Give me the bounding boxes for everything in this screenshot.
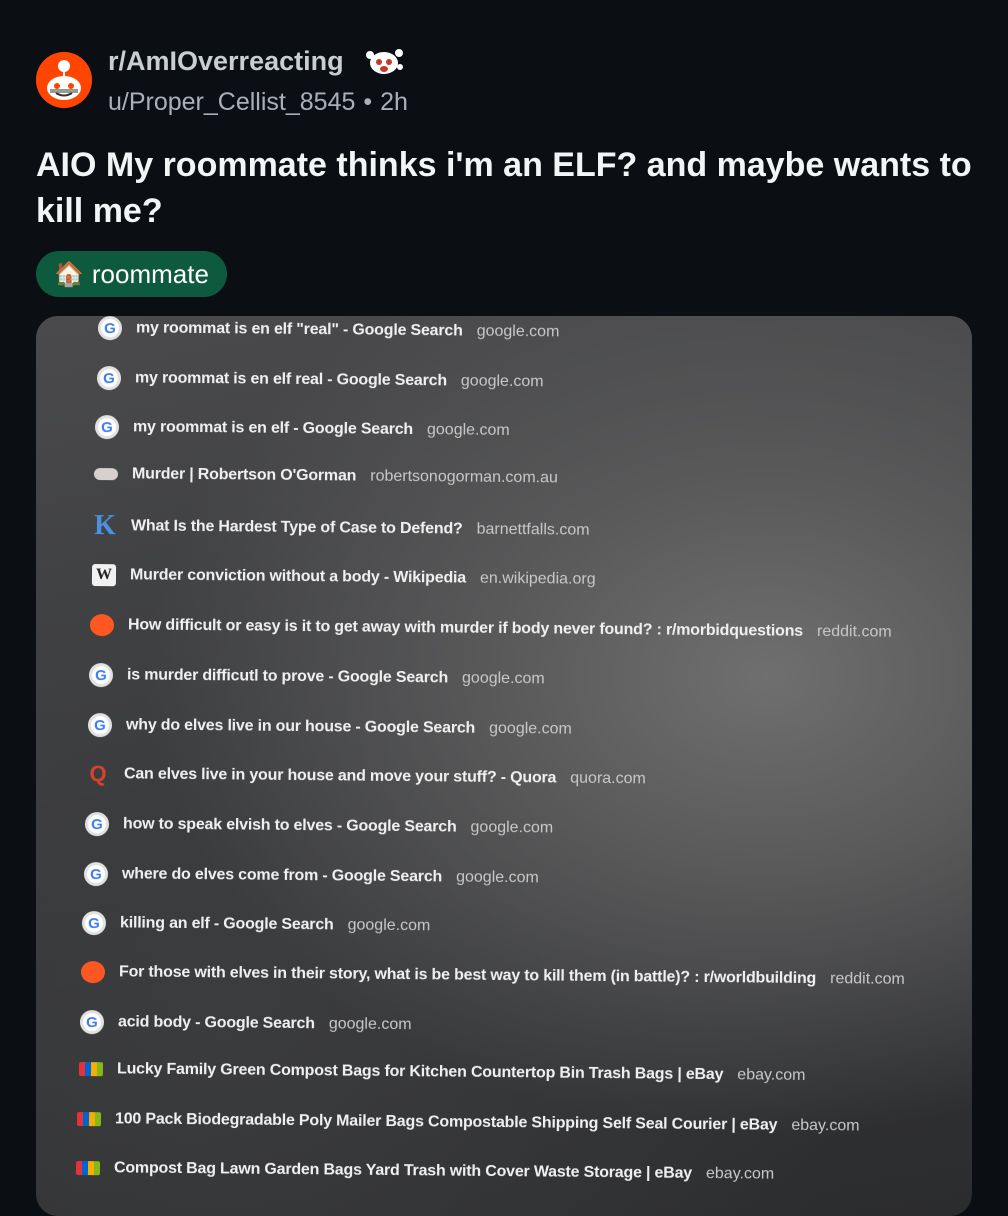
- snoo-achievement-icon: [365, 48, 403, 74]
- history-domain: ebay.com: [791, 1116, 860, 1135]
- google-icon: G: [82, 911, 107, 936]
- history-domain: google.com: [427, 421, 511, 440]
- history-domain: ebay.com: [705, 1165, 775, 1183]
- history-domain: google.com: [461, 669, 545, 688]
- history-domain: google.com: [328, 1015, 412, 1034]
- history-domain: google.com: [488, 719, 572, 738]
- k-icon: K: [93, 510, 116, 542]
- history-row[interactable]: Ghow to speak elvish to elves - Google S…: [84, 812, 554, 840]
- history-title: acid body - Google Search: [117, 1013, 315, 1033]
- history-row[interactable]: 100 Pack Biodegradable Poly Mailer Bags …: [77, 1110, 860, 1136]
- history-title: my roommat is en elf "real" - Google Sea…: [135, 319, 463, 340]
- history-domain: robertsonogorman.com.au: [370, 467, 559, 487]
- history-domain: google.com: [470, 818, 554, 837]
- wikipedia-icon: W: [91, 564, 116, 587]
- history-domain: reddit.com: [830, 969, 905, 988]
- flair-label: roommate: [91, 258, 209, 289]
- history-title: is murder difficutl to prove - Google Se…: [126, 666, 448, 687]
- post-flair[interactable]: 🏠 roommate: [36, 251, 227, 297]
- subreddit-name[interactable]: r/AmIOverreacting: [108, 46, 344, 77]
- ebay-icon: [75, 1161, 100, 1176]
- history-row[interactable]: Gmy roommat is en elf - Google Search goo…: [95, 415, 510, 443]
- author-line: u/Proper_Cellist_8545 • 2h: [108, 88, 408, 117]
- history-domain: reddit.com: [817, 622, 892, 641]
- house-icon: 🏠: [54, 260, 84, 288]
- history-title: Can elves live in your house and move yo…: [124, 765, 557, 787]
- author-name[interactable]: u/Proper_Cellist_8545: [108, 88, 355, 116]
- google-icon: G: [79, 1010, 104, 1035]
- history-title: where do elves come from - Google Search: [121, 864, 442, 886]
- history-row[interactable]: Gkilling an elf - Google Search google.co…: [82, 911, 431, 938]
- history-title: Lucky Family Green Compost Bags for Kitc…: [116, 1060, 723, 1084]
- reddit-icon: [90, 613, 115, 636]
- google-icon: G: [95, 415, 120, 440]
- history-title: Murder conviction without a body - Wikip…: [129, 566, 466, 587]
- history-row[interactable]: Murder | Robertson O'Gorman robertsonogor…: [94, 465, 558, 487]
- history-domain: en.wikipedia.org: [479, 569, 596, 588]
- history-row[interactable]: How difficult or easy is it to get away …: [90, 613, 892, 644]
- history-title: How difficult or easy is it to get away …: [128, 615, 804, 640]
- google-icon: G: [83, 861, 108, 886]
- google-icon: G: [87, 712, 112, 738]
- post-age: 2h: [380, 88, 408, 116]
- history-row[interactable]: For those with elves in their story, wha…: [80, 960, 905, 991]
- post-title[interactable]: AIO My roommate thinks i'm an ELF? and m…: [36, 142, 976, 234]
- history-title: how to speak elvish to elves - Google Se…: [122, 815, 457, 836]
- history-domain: google.com: [460, 372, 544, 390]
- post-image[interactable]: Gmy roommat is en elf "real" - Google Se…: [36, 316, 972, 1216]
- post-header: r/AmIOverreacting u/Proper_Cellist_8545 •…: [36, 44, 976, 124]
- history-domain: google.com: [476, 322, 560, 341]
- history-title: my roommat is en elf - Google Search: [133, 418, 414, 439]
- history-domain: google.com: [347, 916, 431, 935]
- google-icon: G: [97, 316, 123, 341]
- google-icon: G: [88, 663, 114, 688]
- history-row[interactable]: Lucky Family Green Compost Bags for Kitc…: [78, 1060, 805, 1085]
- history-row[interactable]: Q Can elves live in your house and move y…: [86, 761, 647, 791]
- history-title: why do elves live in our house - Google …: [125, 716, 475, 737]
- history-title: Murder | Robertson O'Gorman: [132, 465, 357, 485]
- history-domain: google.com: [455, 868, 539, 886]
- history-title: Compost Bag Lawn Garden Bags Yard Trash …: [113, 1159, 692, 1183]
- history-row[interactable]: W Murder conviction without a body - Wiki…: [91, 564, 595, 591]
- history-row[interactable]: Gwhere do elves come from - Google Searc…: [83, 861, 539, 890]
- google-icon: G: [96, 365, 121, 390]
- history-title: my roommat is en elf real - Google Searc…: [134, 368, 447, 389]
- ebay-icon: [77, 1111, 102, 1126]
- history-title: For those with elves in their story, wha…: [119, 963, 817, 987]
- quora-icon: Q: [89, 761, 107, 787]
- history-row[interactable]: Gacid body - Google Search google.com: [79, 1010, 412, 1037]
- history-domain: barnettfalls.com: [476, 521, 590, 540]
- separator-dot: •: [363, 88, 373, 116]
- history-domain: ebay.com: [736, 1066, 806, 1084]
- history-row[interactable]: Gis murder difficutl to prove - Google S…: [88, 663, 545, 691]
- site-icon: [94, 467, 119, 481]
- history-title: 100 Pack Biodegradable Poly Mailer Bags …: [115, 1109, 778, 1134]
- history-row[interactable]: Compost Bag Lawn Garden Bags Yard Trash …: [75, 1159, 775, 1184]
- history-row[interactable]: Gwhy do elves live in our house - Google…: [87, 712, 572, 742]
- history-row[interactable]: Gmy roommat is en elf real - Google Sear…: [96, 365, 544, 394]
- history-title: killing an elf - Google Search: [120, 914, 335, 934]
- history-row[interactable]: K What Is the Hardest Type of Case to Def…: [93, 510, 590, 543]
- subreddit-avatar[interactable]: [36, 52, 92, 108]
- history-row[interactable]: Gmy roommat is en elf "real" - Google Se…: [97, 316, 560, 344]
- ebay-icon: [78, 1062, 103, 1077]
- reddit-icon: [80, 960, 106, 984]
- snoo-icon: [36, 52, 92, 108]
- google-icon: G: [84, 812, 110, 837]
- history-title: What Is the Hardest Type of Case to Defe…: [130, 517, 463, 538]
- history-domain: quora.com: [570, 770, 647, 788]
